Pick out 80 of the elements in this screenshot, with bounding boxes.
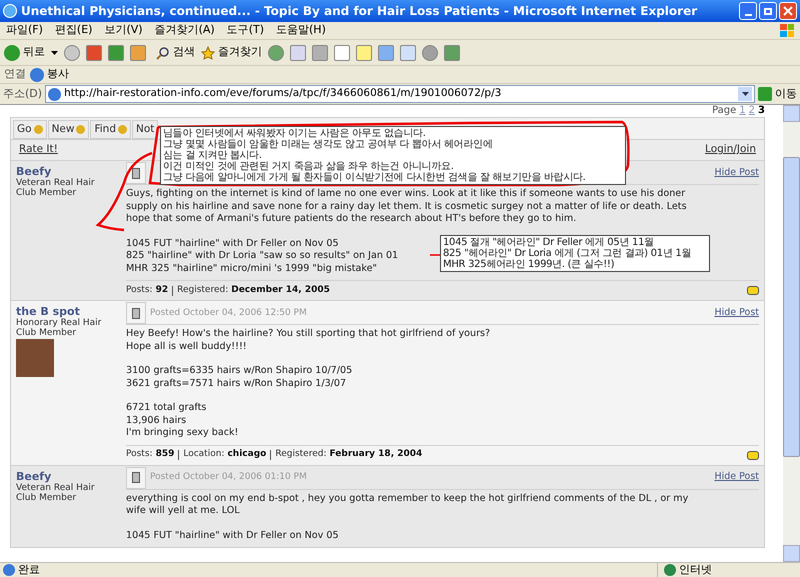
note-line: 심는 걸 지켜만 봅시다.: [163, 150, 263, 161]
note-line: 825 "헤어라인" Dr Loria 에게 (그저 그런 결과) 01년 1월: [443, 248, 692, 259]
post-text-line: MHR 325 "hairline" micro/mini 's 1999 "big mistake": [126, 262, 377, 275]
post-text-line: everything is cool on my end b-spot , hey you gotta remember to keep the hot girlfriend comments of the DL , or my: [126, 492, 688, 505]
dropdown-caret-icon[interactable]: [51, 50, 58, 54]
menu-item[interactable]: 파일(F): [0, 22, 49, 39]
author-name[interactable]: Beefy: [16, 470, 121, 482]
stat-label: Location:: [183, 448, 224, 462]
note-line: MHR 325헤어라인 1999년. (큰 실수!!): [443, 259, 616, 270]
author-name[interactable]: the B spot: [16, 305, 121, 318]
note-line: 그냥 몇몇 사람들이 암울한 미래는 생각도 않고 공여부 다 뽑아서 헤어라인에: [163, 139, 494, 150]
page-label: Page: [712, 105, 736, 117]
go-button[interactable]: 이동: [758, 86, 797, 102]
favorites-button[interactable]: 즐겨찾기: [201, 44, 262, 61]
forum-tab[interactable]: Find: [90, 120, 131, 139]
stat-label: Registered:: [275, 448, 326, 462]
post-text-line: 1045 FUT "hairline" with Dr Feller on Nov 05: [126, 238, 339, 250]
menu-item[interactable]: 편집(E): [48, 22, 98, 39]
back-button[interactable]: 뒤로: [4, 44, 45, 61]
post-date: Posted October 04, 2006 01:10 PM: [150, 471, 307, 484]
forum-tab[interactable]: New: [48, 120, 90, 139]
close-button[interactable]: [779, 2, 797, 20]
note-line: 그냥 다음에 알마니에게 가게 될 환자들이 이식받기전에 다시한번 검색을 잘 해보기만을 바랍시다.: [163, 172, 587, 183]
page-link[interactable]: 3: [758, 105, 765, 117]
post-text-line: 825 "hairline" with Dr Loria "saw so so results" on Jan 01: [126, 250, 398, 262]
post-text-line: I'm bringing sexy back!: [126, 427, 238, 440]
post-text-line: 1045 FUT "hairline" with Dr Feller on Nov 05: [126, 530, 339, 542]
close-icon: [783, 6, 793, 16]
member-rank: Honorary Real Hair Club Member: [16, 318, 102, 338]
windows-logo-icon: [780, 24, 794, 37]
rate-it-link[interactable]: Rate It!: [19, 142, 58, 158]
stat-value: February 18, 2004: [329, 448, 422, 462]
post-text-line: supply on his hairline and save none for a rainy day let them. It is cosmetic surgey not a matter of life or death. Lets: [126, 200, 687, 213]
forum-tab[interactable]: Go: [13, 120, 47, 139]
stat-value: 859: [156, 448, 174, 462]
post-text-line: Hey Beefy! How's the hairline? You still sporting that hot girlfriend of yours?: [126, 328, 490, 340]
post-text-line: Hope all is well buddy!!!!: [126, 340, 247, 353]
hide-post-link[interactable]: Hide Post: [714, 470, 759, 484]
star-icon: [201, 46, 215, 60]
restore-button[interactable]: [759, 2, 777, 20]
post-text-line: 13,906 hairs: [126, 414, 186, 427]
note-line: 님들아 인터넷에서 싸워봤자 이기는 사람은 아무도 없습니다.: [163, 128, 427, 139]
menu-item[interactable]: 도움말(H): [270, 22, 332, 39]
login-join-link[interactable]: Login/Join: [705, 142, 756, 158]
post-text-line: 6721 total grafts: [126, 402, 206, 414]
hide-post-link[interactable]: Hide Post: [714, 166, 759, 180]
dropdown-caret-icon[interactable]: [738, 87, 752, 101]
stat-label: Registered:: [177, 284, 228, 297]
address-label: 주소(D): [3, 86, 42, 102]
forum-tab[interactable]: Not: [132, 120, 158, 139]
stat-label: Posts:: [126, 448, 153, 462]
stat-label: Posts:: [126, 284, 153, 297]
member-rank: Veteran Real Hair Club Member: [16, 178, 96, 198]
search-icon: [156, 46, 170, 60]
status-text: 완료: [18, 562, 40, 577]
menu-item[interactable]: 즐겨찾기(A): [148, 22, 221, 39]
post-text-line: hope that some of Armani's future patients do the research about HT's before they go to him.: [126, 213, 576, 226]
links-label: 연결: [4, 66, 26, 82]
link-item[interactable]: 봉사: [30, 66, 69, 83]
menu-item[interactable]: 도구(T): [220, 22, 270, 39]
member-rank: Veteran Real Hair Club Member: [16, 482, 96, 502]
stat-value: 92: [156, 284, 168, 297]
author-name[interactable]: Beefy: [16, 165, 121, 178]
search-button[interactable]: 검색: [156, 44, 195, 61]
note-line: 이건 미적인 것에 관련된 거지 죽음과 삶을 좌우 하는건 아니니까요.: [163, 161, 455, 172]
post-text-line: wife will yell at me. LOL: [126, 505, 240, 518]
hide-post-link[interactable]: Hide Post: [714, 306, 759, 320]
post-text-line: 3100 grafts=6335 hairs w/Ron Shapiro 10/7/05: [126, 365, 352, 378]
note-line: 1045 절개 "헤어라인" Dr Feller 에게 05년 11월: [443, 237, 655, 248]
post-text-line: 3621 grafts=7571 hairs w/Ron Shapiro 1/3/07: [126, 378, 346, 390]
scrollbar[interactable]: [783, 105, 800, 562]
stat-value: chicago: [227, 448, 266, 462]
address-field[interactable]: http://hair-restoration-info.com/eve/forums/a/tpc/f/3466060861/m/1901006072/p/3: [45, 85, 755, 103]
zone-text: 인터넷: [679, 562, 712, 577]
post-date: Posted October 04, 2006 12:50 PM: [150, 306, 307, 320]
minimize-button[interactable]: [739, 2, 757, 20]
window-title: Unethical Physicians, continued... - Topic By and for Hair Loss Patients - Microsoft Internet Explorer: [21, 3, 698, 20]
menu-item[interactable]: 보기(V): [98, 22, 149, 39]
stat-value: December 14, 2005: [231, 284, 330, 297]
post-text-line: Guys, fighting on the internet is kind of lame no one ever wins. Look at it like this if someone wants to use his doner: [126, 188, 686, 200]
